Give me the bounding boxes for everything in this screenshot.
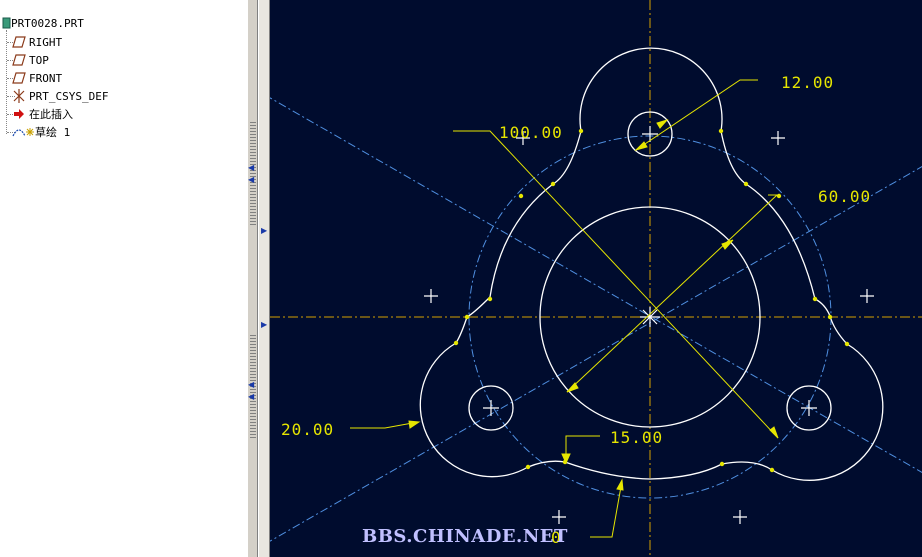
sketch-point — [552, 510, 566, 524]
graphics-window[interactable]: 12.00 100.00 60.00 20.00 15.00 0 BBS.CHI… — [270, 0, 922, 557]
dimension-bolt-circle-dia[interactable]: 100.00 — [499, 123, 563, 142]
collapse-left-icon[interactable]: ◀ — [248, 163, 254, 173]
dimension-line-center-hole — [566, 194, 779, 393]
watermark: BBS.CHINADE.NET — [362, 526, 568, 547]
splitter-track[interactable] — [258, 0, 270, 557]
tree-item-csys[interactable]: PRT_CSYS_DEF — [12, 87, 108, 105]
dimension-small-hole-dia[interactable]: 12.00 — [781, 73, 834, 92]
construction-line — [270, 166, 922, 542]
tree-item-label: RIGHT — [29, 35, 63, 49]
tree-item-top[interactable]: TOP — [12, 51, 49, 69]
tree-item-label: TOP — [29, 53, 49, 67]
sketch-point — [424, 289, 438, 303]
dimension-fillet-radius-top[interactable]: 15.00 — [610, 428, 663, 447]
tree-item-label: 在此插入 — [29, 108, 73, 121]
datum-plane-icon — [12, 71, 26, 85]
tree-item-right[interactable]: RIGHT — [12, 33, 62, 51]
dimension-arrow — [769, 426, 779, 439]
sketch-point — [860, 289, 874, 303]
expand-right-icon[interactable]: ▶ — [261, 320, 267, 330]
dimension-arrow — [656, 119, 669, 129]
dimension-line-lobe-radius — [350, 421, 419, 429]
dimension-arrow — [566, 382, 579, 393]
insert-here-arrow-icon — [12, 107, 26, 121]
collapse-left-icon[interactable]: ◀ — [248, 392, 254, 402]
sketch-point — [733, 510, 747, 524]
dimension-line-bolt-circle — [453, 130, 779, 439]
expand-right-icon[interactable]: ▶ — [261, 226, 267, 236]
sketch-canvas[interactable]: 12.00 100.00 60.00 20.00 15.00 0 — [270, 0, 922, 557]
coordinate-system-icon — [12, 89, 26, 103]
hole-center — [642, 126, 658, 142]
tree-item-label: FRONT — [29, 71, 63, 85]
datum-plane-icon — [12, 53, 26, 67]
tree-item-insert-here[interactable]: 在此插入 — [12, 105, 73, 123]
tree-item-sketch[interactable]: 草绘 1 — [12, 123, 70, 141]
regen-star-icon — [26, 125, 34, 139]
tree-connector — [6, 30, 7, 134]
sketch-icon — [12, 125, 26, 139]
origin-marker — [640, 307, 660, 327]
panel-splitter[interactable]: ◀ ◀ ▶ ▶ ◀ ◀ — [248, 0, 270, 557]
datum-plane-icon — [12, 35, 26, 49]
tree-item-label: PRT_CSYS_DEF — [29, 89, 109, 103]
collapse-left-icon[interactable]: ◀ — [248, 175, 254, 185]
dimension-center-hole-dia[interactable]: 60.00 — [818, 187, 871, 206]
tree-item-label: PRT0028.PRT — [11, 16, 84, 30]
dimension-line-fillet-top — [565, 435, 600, 462]
tree-item-part[interactable]: PRT0028.PRT — [0, 14, 84, 32]
model-tree-panel: PRT0028.PRT RIGHT TOP FRONT PRT_CSYS_DEF… — [0, 0, 248, 557]
dimension-arrow — [408, 420, 421, 429]
construction-line — [270, 97, 922, 473]
tree-item-front[interactable]: FRONT — [12, 69, 62, 87]
dimension-lobe-radius[interactable]: 20.00 — [281, 420, 334, 439]
sketch-point — [771, 131, 785, 145]
collapse-left-icon[interactable]: ◀ — [248, 380, 254, 390]
dimension-arrow — [616, 478, 624, 491]
splitter-handle[interactable] — [248, 0, 258, 557]
dimension-line-small-hole — [635, 79, 758, 151]
tree-item-label: 草绘 1 — [35, 126, 71, 139]
